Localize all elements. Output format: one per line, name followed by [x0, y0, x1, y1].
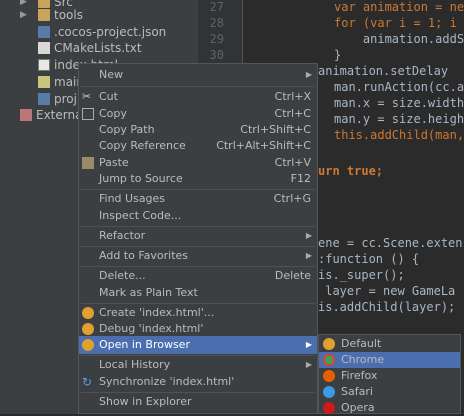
tree-item-label: proj: [54, 92, 77, 106]
submenu-arrow-icon: ▶: [305, 360, 312, 369]
expand-arrow-icon[interactable]: ▶: [20, 7, 27, 23]
code-line: layer = new GameLa: [318, 284, 456, 298]
paste-icon: [82, 157, 94, 169]
menu-item-label: Show in Explorer: [99, 395, 192, 408]
submenu-item-firefox[interactable]: Firefox: [319, 368, 460, 384]
menu-item-label: Refactor: [99, 229, 146, 242]
tree-item-cmakelists[interactable]: CMakeLists.txt: [0, 40, 198, 56]
submenu-item-safari[interactable]: Safari: [319, 384, 460, 400]
browser-submenu: Default Chrome Firefox Safari Opera: [318, 334, 461, 414]
tree-item-cocos-project[interactable]: .cocos-project.json: [0, 24, 198, 40]
menu-item-find-usages[interactable]: Find Usages Ctrl+G: [79, 190, 317, 208]
code-line: is._super();: [318, 268, 405, 282]
external-libraries-icon: [20, 109, 32, 121]
code-line: animation.addS: [334, 32, 464, 46]
menu-item-label: Add to Favorites: [99, 249, 189, 262]
safari-icon: [323, 386, 335, 398]
line-number: 29: [209, 32, 224, 46]
menu-item-local-history[interactable]: Local History ▶: [79, 356, 317, 374]
copy-icon: [82, 108, 94, 120]
menu-item-label: New: [99, 68, 123, 81]
submenu-arrow-icon: ▶: [305, 251, 312, 260]
code-line: urn true;: [318, 164, 384, 178]
menu-item-label: Synchronize 'index.html': [99, 375, 235, 388]
menu-item-mark-as-plain-text[interactable]: Mark as Plain Text: [79, 284, 317, 302]
menu-item-shortcut: F12: [290, 172, 311, 185]
menu-item-label: Delete...: [99, 269, 146, 282]
tree-item-tools[interactable]: ▶ tools: [0, 7, 198, 23]
menu-item-shortcut: Delete: [274, 269, 311, 282]
tree-item-label: Externa: [36, 108, 83, 122]
code-line: }: [334, 48, 342, 62]
menu-item-shortcut: Ctrl+Alt+Shift+C: [216, 139, 311, 152]
default-browser-icon: [323, 338, 335, 350]
submenu-item-label: Firefox: [341, 369, 378, 382]
submenu-arrow-icon: ▶: [305, 70, 312, 79]
js-file-icon: [38, 76, 50, 88]
menu-item-new[interactable]: New ▶: [79, 66, 317, 84]
browser-icon: [82, 339, 94, 351]
scissors-icon: ✂: [82, 90, 92, 103]
code-line: man.runAction(cc.a: [334, 80, 464, 94]
submenu-item-chrome[interactable]: Chrome: [319, 352, 460, 368]
chrome-icon: [323, 354, 335, 366]
menu-item-delete[interactable]: Delete... Delete: [79, 267, 317, 285]
menu-item-shortcut: Ctrl+G: [273, 192, 311, 205]
text-file-icon: [38, 42, 50, 54]
code-line: var animation = ne: [334, 0, 464, 14]
code-line: is.addChild(layer);: [318, 300, 456, 314]
sync-icon: ↻: [82, 375, 93, 389]
menu-item-label: Cut: [99, 90, 118, 103]
code-line: man.x = size.width: [334, 96, 464, 110]
menu-item-label: Find Usages: [99, 192, 166, 205]
tree-item-label: .cocos-project.json: [54, 25, 167, 39]
code-line: ene = cc.Scene.exten: [318, 236, 463, 250]
firefox-icon: [323, 370, 335, 382]
tree-item-label: CMakeLists.txt: [54, 41, 142, 55]
tree-item-main[interactable]: main: [0, 74, 84, 90]
line-number: 28: [209, 16, 224, 30]
menu-item-cut[interactable]: ✂ Cut Ctrl+X: [79, 88, 317, 106]
menu-item-show-in-explorer[interactable]: Show in Explorer: [79, 393, 317, 411]
opera-icon: [323, 402, 335, 414]
debug-icon: [82, 323, 94, 335]
menu-item-refactor[interactable]: Refactor ▶: [79, 227, 317, 245]
menu-item-label: Open in Browser: [99, 338, 190, 351]
run-config-icon: [82, 307, 94, 319]
html-file-icon: [38, 59, 50, 71]
code-line: this.addChild(man,: [334, 128, 464, 142]
context-menu: New ▶ ✂ Cut Ctrl+X Copy Ctrl+C Copy Path…: [78, 63, 318, 414]
code-line: :function () {: [318, 252, 420, 266]
folder-icon: [38, 9, 50, 21]
line-number: 27: [209, 0, 224, 14]
menu-item-label: Copy Reference: [99, 139, 186, 152]
menu-item-add-to-favorites[interactable]: Add to Favorites ▶: [79, 247, 317, 265]
submenu-item-label: Chrome: [341, 353, 385, 366]
tree-item-label: tools: [54, 8, 83, 22]
code-line: man.y = size.heigh: [334, 112, 464, 126]
menu-item-jump-to-source[interactable]: Jump to Source F12: [79, 170, 317, 188]
menu-separator: [81, 86, 315, 87]
menu-item-inspect-code[interactable]: Inspect Code...: [79, 207, 317, 225]
menu-item-label: Mark as Plain Text: [99, 286, 198, 299]
menu-item-open-in-browser[interactable]: Open in Browser ▶: [79, 336, 317, 354]
menu-item-label: Local History: [99, 358, 171, 371]
tree-item-external-libraries[interactable]: Externa: [0, 107, 82, 123]
submenu-arrow-icon: ▶: [305, 231, 312, 240]
line-number: 30: [209, 48, 224, 62]
submenu-item-label: Default: [341, 337, 382, 350]
json-file-icon: [38, 26, 50, 38]
submenu-item-default[interactable]: Default: [319, 336, 460, 352]
code-line: for (var i = 1; i: [334, 16, 457, 30]
code-line: animation.setDelay: [318, 64, 449, 78]
submenu-arrow-icon: ▶: [305, 340, 312, 349]
tree-item-proj[interactable]: proj: [0, 91, 78, 107]
submenu-item-label: Safari: [341, 385, 373, 398]
menu-item-shortcut: Ctrl+X: [274, 90, 311, 103]
menu-item-copy-reference[interactable]: Copy Reference Ctrl+Alt+Shift+C: [79, 137, 317, 155]
json-file-icon: [38, 93, 50, 105]
menu-item-label: Jump to Source: [99, 172, 183, 185]
menu-item-synchronize[interactable]: ↻ Synchronize 'index.html': [79, 373, 317, 391]
menu-item-label: Inspect Code...: [99, 209, 182, 222]
